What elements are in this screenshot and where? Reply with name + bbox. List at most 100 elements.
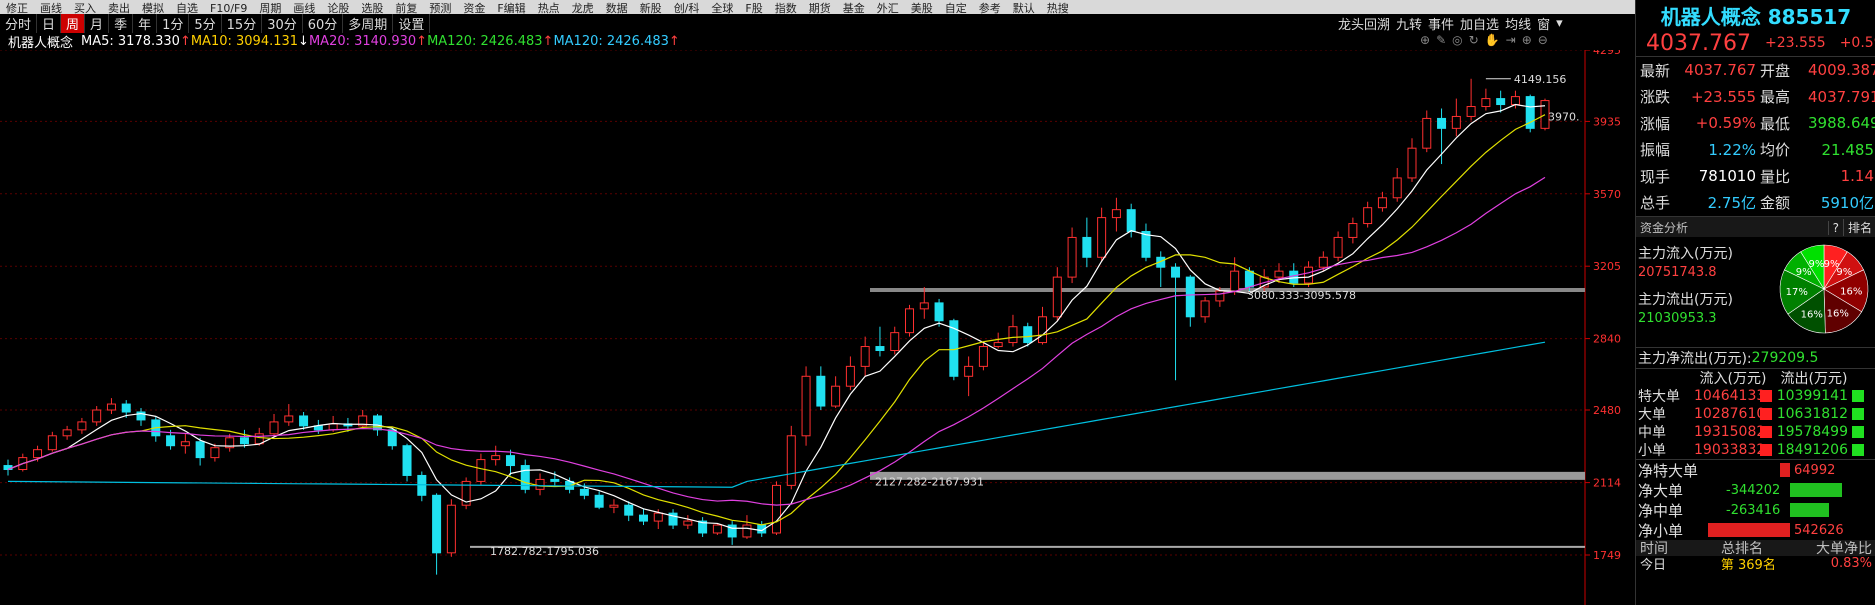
flow-row: 大单 10287610 10631812	[1636, 405, 1875, 423]
menu-item[interactable]: 预测	[429, 3, 451, 14]
menu-item[interactable]: 自定	[945, 3, 967, 14]
chart-tool-icon[interactable]: ✋	[1485, 33, 1500, 47]
net-value: 64992	[1794, 463, 1836, 478]
chart-tool-icon[interactable]: ◎	[1452, 33, 1462, 47]
menu-item[interactable]: 周期	[259, 3, 281, 14]
quote-row: 最新 4037.767 开盘 4009.387	[1636, 57, 1875, 84]
chart-tool-button[interactable]: ▾	[1553, 16, 1566, 31]
period-tab[interactable]: 60分	[303, 13, 344, 33]
period-tab[interactable]: 周	[61, 13, 86, 33]
chart-tool-icon[interactable]: ⊖	[1538, 33, 1548, 47]
menu-item[interactable]: 前复	[395, 3, 417, 14]
menu-item[interactable]: 资金	[463, 3, 485, 14]
rank-button[interactable]: 排名	[1842, 218, 1875, 236]
menu-item[interactable]: 画线	[293, 3, 315, 14]
menu-item[interactable]: F10/F9	[210, 3, 247, 14]
period-tab[interactable]: 1分	[157, 13, 190, 33]
candle-body	[1126, 209, 1136, 232]
quote-row: 涨跌 +23.555 最高 4037.791	[1636, 84, 1875, 111]
rank-head-ratio: 大单净比	[1816, 541, 1872, 557]
range-label: 3080.333-3095.578	[1247, 289, 1356, 302]
rank-head-total: 总排名	[1721, 541, 1763, 557]
menu-item[interactable]: 龙虎	[572, 3, 594, 14]
period-tab[interactable]: 季	[109, 13, 134, 33]
menu-item[interactable]: 模拟	[142, 3, 164, 14]
candle-body	[905, 308, 915, 334]
kline-chart[interactable]: 4295 3935 3570 3205 2840 2480 2114 1749 4149.156…	[0, 50, 1635, 605]
candle-body	[432, 494, 442, 554]
flow-in: 19315082	[1694, 424, 1766, 440]
y-tick-label: 3570	[1593, 188, 1621, 201]
candle-body	[875, 346, 885, 352]
period-tab[interactable]: 设置	[393, 13, 431, 33]
chart-tool-button[interactable]: 龙头回溯	[1335, 14, 1393, 33]
chart-tool-icon[interactable]: ↻	[1469, 33, 1479, 47]
chart-tool-icon[interactable]: ✎	[1436, 33, 1446, 47]
chart-tool-button[interactable]: 九转	[1393, 14, 1425, 33]
rank-value: 第 369名	[1720, 557, 1776, 571]
menu-item[interactable]: 美股	[911, 3, 933, 14]
menu-item[interactable]: 数据	[606, 3, 628, 14]
net-bar: 64992	[1708, 463, 1858, 478]
fund-summary: 主力流入(万元) 20751743.8 主力流出(万元) 21030953.3 …	[1636, 237, 1875, 347]
period-tab[interactable]: 月	[85, 13, 110, 33]
chart-tool-icon[interactable]: ⊕	[1420, 33, 1430, 47]
menu-item[interactable]: 创/科	[674, 3, 700, 14]
menu-item[interactable]: 选股	[361, 3, 383, 14]
outflow-square-icon	[1852, 390, 1864, 402]
period-tab[interactable]: 15分	[222, 13, 263, 33]
flow-in: 10464133	[1694, 388, 1766, 404]
quote-label: 振幅	[1640, 141, 1671, 160]
net-flow-label: 主力净流出(万元):	[1638, 351, 1752, 367]
menu-item[interactable]: 卖出	[108, 3, 130, 14]
flow-out: 18491206	[1776, 442, 1848, 458]
candle-body	[166, 435, 176, 447]
chart-tool-button[interactable]: 事件	[1425, 14, 1457, 33]
candle-body	[284, 415, 294, 423]
chart-tool-icon[interactable]: ⊕	[1522, 33, 1532, 47]
menu-item[interactable]: 论股	[327, 3, 349, 14]
quote-row: 振幅 1.22% 均价 21.485	[1636, 137, 1875, 164]
period-tab[interactable]: 年	[133, 13, 158, 33]
period-tab[interactable]: 日	[37, 13, 62, 33]
inflow-square-icon	[1760, 408, 1772, 420]
candle-body	[831, 385, 841, 407]
menu-item[interactable]: 指数	[775, 3, 797, 14]
inflow-square-icon	[1760, 426, 1772, 438]
menu-item[interactable]: 买入	[74, 3, 96, 14]
rank-ratio: 0.83%	[1830, 556, 1872, 570]
menu-item[interactable]: 画线	[40, 3, 62, 14]
period-tab-bar: 分时日周月季年 1分 5分 15分 30分 60分 多周期 设置	[0, 13, 1335, 33]
candle-body	[1437, 117, 1447, 129]
ma120-readout-2: MA120: 2426.483	[553, 33, 669, 49]
menu-item[interactable]: 新股	[640, 3, 662, 14]
candle-body	[505, 455, 515, 467]
menu-item[interactable]: 自选	[176, 3, 198, 14]
period-tab[interactable]: 多周期	[343, 13, 394, 33]
flow-in: 19033832	[1694, 442, 1766, 458]
period-tab[interactable]: 30分	[262, 13, 303, 33]
menu-item[interactable]: 期货	[809, 3, 831, 14]
menu-item[interactable]: 全球	[711, 3, 733, 14]
chart-tool-button[interactable]: 均线	[1502, 14, 1534, 33]
period-tab[interactable]: 5分	[189, 13, 222, 33]
chart-tool-button[interactable]: 加自选	[1457, 14, 1502, 33]
chart-tool-button[interactable]: 窗	[1534, 14, 1553, 33]
price-change-pct: +0.59%	[1839, 35, 1875, 51]
net-bar-fill	[1790, 503, 1829, 517]
flow-name: 中单	[1638, 425, 1666, 441]
chart-tool-icon[interactable]: ⇥	[1506, 33, 1516, 47]
menu-item[interactable]: F编辑	[497, 3, 525, 14]
menu-item[interactable]: 基金	[843, 3, 865, 14]
menu-item[interactable]: 外汇	[877, 3, 899, 14]
quote-value: +23.555	[1690, 87, 1756, 106]
menu-item[interactable]: 默认	[1013, 3, 1035, 14]
menu-item[interactable]: 热搜	[1047, 3, 1069, 14]
help-button[interactable]: ?	[1827, 220, 1843, 235]
menu-item[interactable]: 参考	[979, 3, 1001, 14]
period-tab[interactable]: 分时	[0, 13, 38, 33]
candle-body	[653, 512, 663, 522]
menu-item[interactable]: F股	[745, 3, 762, 14]
menu-item[interactable]: 修正	[6, 3, 28, 14]
menu-item[interactable]: 热点	[538, 3, 560, 14]
